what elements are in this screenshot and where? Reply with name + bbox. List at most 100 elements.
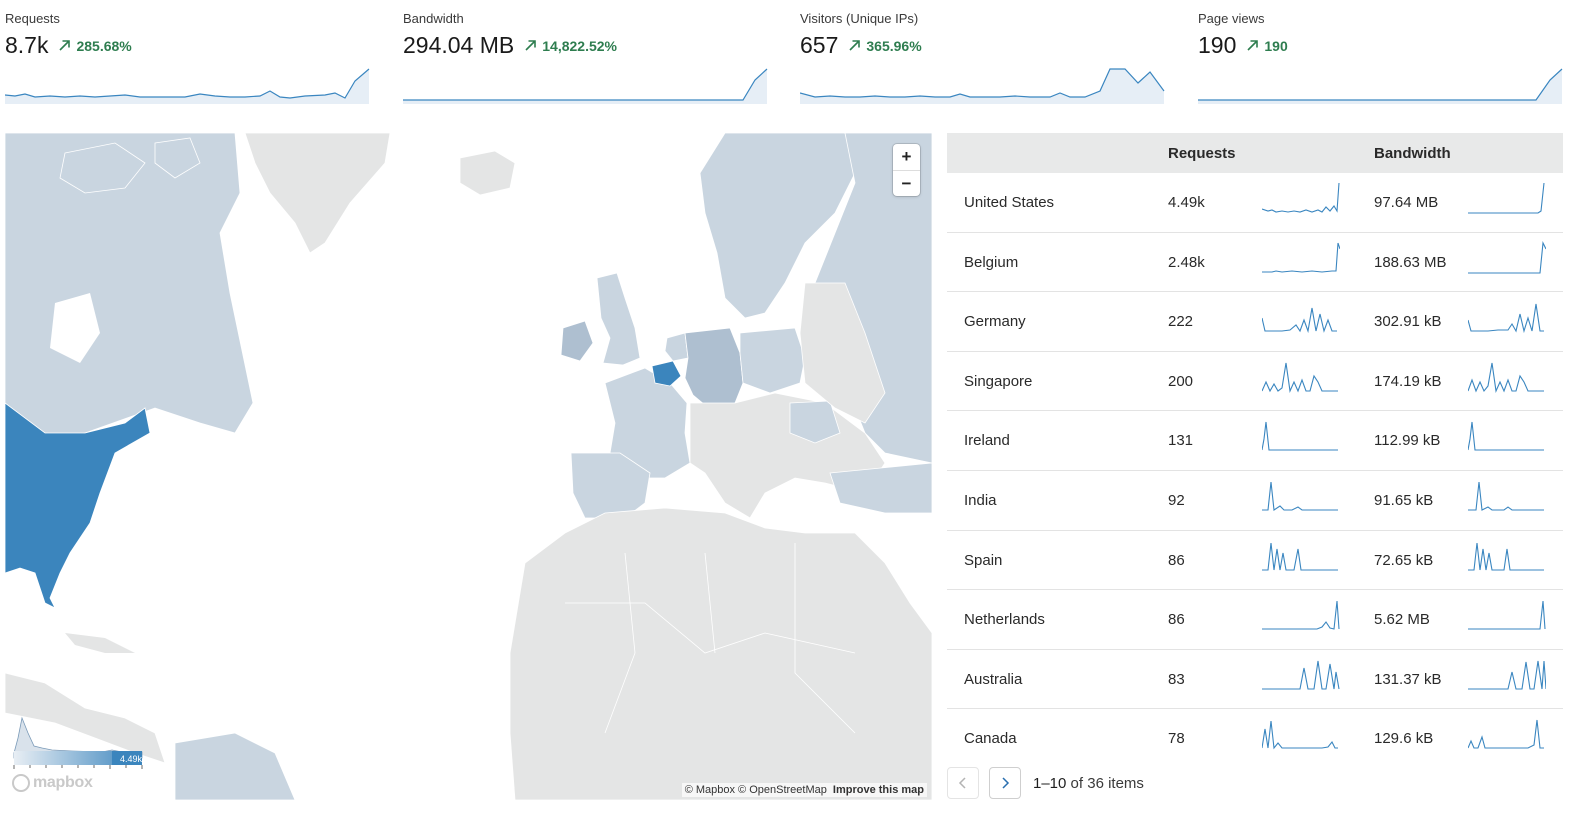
stat-value: 8.7k xyxy=(5,32,49,58)
stat-delta: 190 xyxy=(1246,37,1288,54)
bandwidth-sparkline xyxy=(1468,240,1546,274)
mapbox-ring-icon xyxy=(12,774,30,792)
region-united-kingdom[interactable] xyxy=(596,272,641,366)
region-germany[interactable] xyxy=(684,327,744,409)
stat-delta-value: 285.68% xyxy=(76,37,132,54)
mapbox-logo[interactable]: mapbox xyxy=(12,774,93,792)
country-name: United States xyxy=(964,194,1055,211)
requests-value: 131 xyxy=(1168,432,1194,450)
region-africa[interactable] xyxy=(509,507,932,800)
map-attribution: © Mapbox © OpenStreetMap Improve this ma… xyxy=(681,783,927,797)
stat-delta: 285.68% xyxy=(58,37,132,54)
region-south-america[interactable] xyxy=(174,732,296,800)
requests-sparkline xyxy=(1262,242,1340,273)
stat-requests: Requests 8.7k 285.68% xyxy=(5,0,375,110)
table-row[interactable]: Australia 83 131.37 kB xyxy=(947,650,1563,710)
stat-delta: 14,822.52% xyxy=(524,38,617,54)
map-canvas[interactable] xyxy=(5,133,932,800)
bandwidth-value: 174.19 kB xyxy=(1374,372,1442,390)
table-row[interactable]: Belgium 2.48k 188.63 MB xyxy=(947,233,1563,293)
column-header-requests[interactable]: Requests xyxy=(1168,145,1236,162)
country-name: Netherlands xyxy=(964,611,1045,629)
table-row[interactable]: United States 4.49k 97.64 MB xyxy=(947,173,1563,233)
requests-value: 86 xyxy=(1168,611,1185,629)
pagination-range: 1–10 xyxy=(1033,774,1067,792)
zoom-out-button[interactable]: − xyxy=(893,170,920,197)
pagination-total: of 36 items xyxy=(1070,774,1144,792)
world-map[interactable]: + − 4.49k mapbox © Mapbox © OpenStreetMa… xyxy=(5,133,932,800)
bandwidth-value: 112.99 kB xyxy=(1374,432,1441,450)
stat-delta: 365.96% xyxy=(848,37,922,54)
bandwidth-sparkline xyxy=(1468,720,1544,749)
bandwidth-value: 97.64 MB xyxy=(1374,194,1439,211)
bandwidth-value: 131.37 kB xyxy=(1374,670,1442,688)
bandwidth-sparkline xyxy=(403,68,768,104)
table-row[interactable]: India 92 91.65 kB xyxy=(947,471,1563,531)
requests-value: 83 xyxy=(1168,670,1185,688)
map-legend xyxy=(13,716,143,769)
bandwidth-sparkline xyxy=(1468,481,1544,511)
requests-sparkline xyxy=(1262,362,1338,393)
country-name: Canada xyxy=(964,730,1017,748)
stat-label: Requests xyxy=(5,11,60,26)
arrow-up-right-icon xyxy=(59,40,71,51)
region-poland[interactable] xyxy=(739,327,806,394)
region-netherlands[interactable] xyxy=(664,332,689,362)
requests-sparkline xyxy=(1262,660,1340,690)
bandwidth-sparkline xyxy=(1468,660,1546,690)
requests-sparkline xyxy=(1262,601,1340,630)
next-page-button[interactable] xyxy=(989,767,1021,799)
region-greenland[interactable] xyxy=(244,133,391,254)
arrow-up-right-icon xyxy=(849,40,861,51)
region-cuba[interactable] xyxy=(65,633,135,653)
table-row[interactable]: Netherlands 86 5.62 MB xyxy=(947,590,1563,650)
table-row[interactable]: Canada 78 129.6 kB xyxy=(947,709,1563,768)
requests-sparkline xyxy=(1262,721,1338,750)
region-united-states[interactable] xyxy=(5,402,151,609)
stat-delta-value: 190 xyxy=(1264,37,1288,54)
region-ireland[interactable] xyxy=(560,320,594,362)
stat-value: 294.04 MB xyxy=(403,32,515,58)
country-name: Australia xyxy=(964,670,1023,688)
chevron-right-icon xyxy=(1002,777,1010,789)
chevron-left-icon xyxy=(958,777,966,789)
bandwidth-value: 72.65 kB xyxy=(1374,551,1434,569)
country-name: Belgium xyxy=(964,253,1019,271)
country-name: Germany xyxy=(964,313,1026,331)
bandwidth-sparkline xyxy=(1468,542,1544,571)
zoom-in-button[interactable]: + xyxy=(893,144,920,170)
requests-value: 78 xyxy=(1168,730,1185,748)
country-table: Requests Bandwidth United States 4.49k 9… xyxy=(947,133,1563,768)
stat-visitors: Visitors (Unique IPs) 657 365.96% xyxy=(800,0,1170,110)
country-name: Singapore xyxy=(964,372,1033,390)
requests-sparkline xyxy=(1262,182,1340,213)
column-header-bandwidth[interactable]: Bandwidth xyxy=(1374,145,1451,162)
prev-page-button[interactable] xyxy=(947,767,979,799)
arrow-up-right-icon xyxy=(525,40,537,51)
requests-sparkline xyxy=(1262,422,1338,451)
pageviews-sparkline xyxy=(1198,68,1563,104)
requests-value: 200 xyxy=(1168,372,1194,390)
requests-value: 2.48k xyxy=(1168,253,1205,271)
table-row[interactable]: Ireland 131 112.99 kB xyxy=(947,411,1563,471)
country-name: Ireland xyxy=(964,432,1010,450)
requests-sparkline xyxy=(5,68,370,104)
stat-label: Visitors (Unique IPs) xyxy=(800,11,919,26)
stat-value: 657 xyxy=(800,32,839,58)
stat-delta-value: 14,822.52% xyxy=(542,37,617,54)
bandwidth-value: 302.91 kB xyxy=(1374,313,1442,331)
table-row[interactable]: Germany 222 302.91 kB xyxy=(947,292,1563,352)
table-row[interactable]: Singapore 200 174.19 kB xyxy=(947,352,1563,412)
requests-value: 4.49k xyxy=(1168,194,1205,211)
stat-value: 190 xyxy=(1198,32,1237,58)
stat-delta-value: 365.96% xyxy=(866,37,922,54)
attribution-text[interactable]: © Mapbox © OpenStreetMap xyxy=(685,784,827,796)
bandwidth-value: 91.65 kB xyxy=(1374,491,1434,509)
pagination-info: 1–10 of 36 items xyxy=(1033,775,1144,792)
table-row[interactable]: Spain 86 72.65 kB xyxy=(947,531,1563,591)
region-iceland[interactable] xyxy=(459,150,516,196)
region-belgium[interactable] xyxy=(651,360,682,387)
improve-map-link[interactable]: Improve this map xyxy=(833,784,924,796)
bandwidth-sparkline xyxy=(1468,362,1544,393)
bandwidth-value: 188.63 MB xyxy=(1374,253,1447,271)
